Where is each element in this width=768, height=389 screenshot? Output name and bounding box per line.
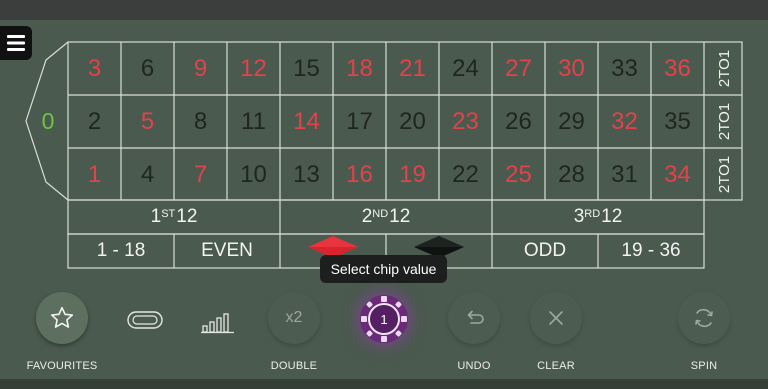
number-cell-36[interactable]: 36	[651, 42, 704, 95]
bet-19-36[interactable]: 19 - 36	[598, 236, 704, 266]
undo-icon	[467, 310, 484, 324]
chip-value-tooltip: Select chip value	[320, 255, 447, 283]
column-bet-label: 2TO1	[716, 155, 733, 193]
column-bet-label: 2TO1	[716, 49, 733, 87]
undo-button[interactable]	[448, 292, 500, 344]
close-icon	[549, 311, 563, 325]
clear-button[interactable]	[530, 292, 582, 344]
dozen-suffix: 12	[389, 206, 411, 227]
number-cell-10[interactable]: 10	[227, 148, 280, 201]
favourites-label: FAVOURITES	[26, 360, 98, 372]
number-cell-30[interactable]: 30	[545, 42, 598, 95]
number-cell-6[interactable]: 6	[121, 42, 174, 95]
number-cell-32[interactable]: 32	[598, 95, 651, 148]
statistics-button[interactable]	[200, 308, 236, 334]
number-cell-26[interactable]: 26	[492, 95, 545, 148]
number-cell-3[interactable]: 3	[68, 42, 121, 95]
spin-button[interactable]	[678, 292, 730, 344]
dozen-suffix: 12	[601, 206, 623, 227]
column-bet-middle[interactable]: 2TO1	[707, 95, 742, 147]
number-cell-4[interactable]: 4	[121, 148, 174, 201]
number-cell-0[interactable]: 0	[33, 106, 63, 136]
star-icon	[50, 306, 74, 328]
bar-chart-icon	[201, 313, 234, 334]
number-cell-15[interactable]: 15	[280, 42, 333, 95]
number-cell-5[interactable]: 5	[121, 95, 174, 148]
undo-label: UNDO	[457, 360, 491, 372]
dozen-bet-second[interactable]: 2 ND 12	[280, 204, 492, 230]
number-cell-33[interactable]: 33	[598, 42, 651, 95]
dozen-number: 2	[361, 206, 373, 227]
favourites-button[interactable]	[36, 292, 88, 344]
dozen-number: 3	[573, 206, 585, 227]
bet-even[interactable]: EVEN	[174, 236, 280, 266]
double-icon-text: x2	[285, 309, 303, 326]
number-cell-28[interactable]: 28	[545, 148, 598, 201]
hamburger-menu-icon	[7, 35, 25, 51]
dozen-suffix: 12	[176, 206, 198, 227]
dozen-bet-first[interactable]: 1 ST 12	[68, 204, 280, 230]
menu-button[interactable]	[0, 26, 32, 60]
number-cell-9[interactable]: 9	[174, 42, 227, 95]
number-cell-1[interactable]: 1	[68, 148, 121, 201]
number-cell-31[interactable]: 31	[598, 148, 651, 201]
number-cell-24[interactable]: 24	[439, 42, 492, 95]
number-cell-17[interactable]: 17	[333, 95, 386, 148]
number-cell-20[interactable]: 20	[386, 95, 439, 148]
number-cell-7[interactable]: 7	[174, 148, 227, 201]
number-cell-18[interactable]: 18	[333, 42, 386, 95]
chip-value: 1	[368, 303, 400, 335]
number-cell-2[interactable]: 2	[68, 95, 121, 148]
refresh-icon	[695, 308, 713, 328]
dozen-ordinal: RD	[584, 208, 601, 220]
number-cell-21[interactable]: 21	[386, 42, 439, 95]
dozen-number: 1	[150, 206, 162, 227]
number-cell-25[interactable]: 25	[492, 148, 545, 201]
racetrack-icon	[127, 311, 163, 329]
dozen-bet-third[interactable]: 3 RD 12	[492, 204, 704, 230]
dozen-ordinal: ST	[161, 208, 176, 220]
spin-label: SPIN	[690, 360, 718, 372]
number-cell-11[interactable]: 11	[227, 95, 280, 148]
number-cell-19[interactable]: 19	[386, 148, 439, 201]
number-cell-35[interactable]: 35	[651, 95, 704, 148]
number-cell-29[interactable]: 29	[545, 95, 598, 148]
dozen-ordinal: ND	[372, 208, 389, 220]
number-cell-12[interactable]: 12	[227, 42, 280, 95]
number-cell-13[interactable]: 13	[280, 148, 333, 201]
number-cell-14[interactable]: 14	[280, 95, 333, 148]
number-cell-23[interactable]: 23	[439, 95, 492, 148]
bet-odd[interactable]: ODD	[492, 236, 598, 266]
number-cell-22[interactable]: 22	[439, 148, 492, 201]
number-cell-8[interactable]: 8	[174, 95, 227, 148]
column-bet-top[interactable]: 2TO1	[707, 42, 742, 94]
column-bet-label: 2TO1	[716, 102, 733, 140]
double-label: DOUBLE	[270, 360, 318, 372]
chip-selector[interactable]: 1	[360, 295, 408, 343]
number-cell-27[interactable]: 27	[492, 42, 545, 95]
double-button[interactable]: x2	[268, 292, 320, 344]
number-cell-16[interactable]: 16	[333, 148, 386, 201]
bet-1-18[interactable]: 1 - 18	[68, 236, 174, 266]
number-cell-34[interactable]: 34	[651, 148, 704, 201]
column-bet-bottom[interactable]: 2TO1	[707, 148, 742, 200]
racetrack-button[interactable]	[125, 309, 165, 331]
bottom-strip	[0, 379, 768, 389]
clear-label: CLEAR	[537, 360, 575, 372]
